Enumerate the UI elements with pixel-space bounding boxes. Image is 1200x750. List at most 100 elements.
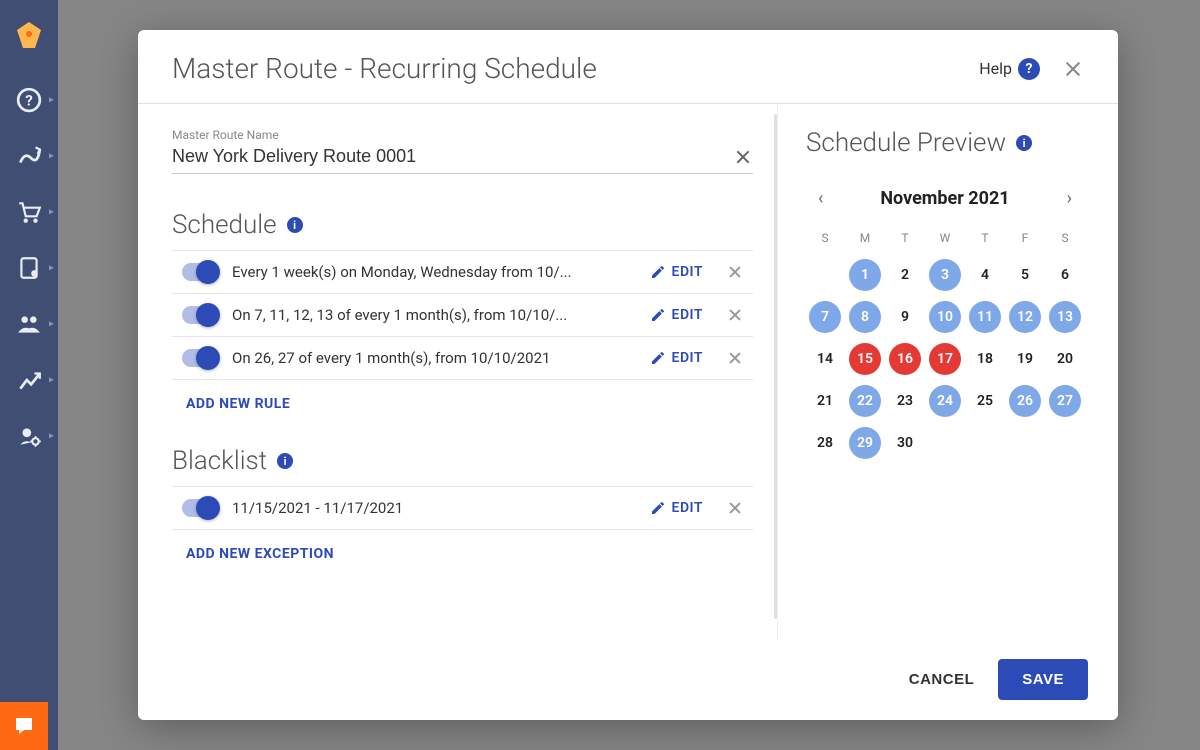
edit-button[interactable]: EDIT xyxy=(650,307,703,323)
calendar-day[interactable]: 28 xyxy=(809,427,841,459)
calendar-dow: S xyxy=(806,231,844,251)
cancel-button[interactable]: CANCEL xyxy=(909,671,975,688)
calendar-day[interactable]: 4 xyxy=(969,259,1001,291)
remove-rule-icon[interactable] xyxy=(727,500,743,516)
rule-text: 11/15/2021 - 11/17/2021 xyxy=(232,499,636,517)
rule-toggle[interactable] xyxy=(182,306,218,324)
left-panel: Master Route Name Schedule i Every 1 wee… xyxy=(138,104,778,639)
calendar-day[interactable]: 24 xyxy=(929,385,961,417)
calendar-day[interactable]: 20 xyxy=(1049,343,1081,375)
info-icon[interactable]: i xyxy=(277,453,293,469)
calendar-day[interactable]: 5 xyxy=(1009,259,1041,291)
info-icon[interactable]: i xyxy=(287,217,303,233)
calendar-day[interactable]: 23 xyxy=(889,385,921,417)
calendar-day[interactable]: 22 xyxy=(849,385,881,417)
calendar-day[interactable]: 11 xyxy=(969,301,1001,333)
sidebar-item-orders[interactable] xyxy=(0,184,58,240)
rule-row: Every 1 week(s) on Monday, Wednesday fro… xyxy=(172,251,753,294)
rule-text: Every 1 week(s) on Monday, Wednesday fro… xyxy=(232,263,636,281)
rule-toggle[interactable] xyxy=(182,499,218,517)
pencil-icon xyxy=(650,500,666,516)
blacklist-title-text: Blacklist xyxy=(172,446,267,476)
sidebar-item-analytics[interactable] xyxy=(0,352,58,408)
sidebar-item-team[interactable] xyxy=(0,296,58,352)
blacklist-section-title: Blacklist i xyxy=(172,446,753,476)
edit-label: EDIT xyxy=(672,350,703,366)
edit-label: EDIT xyxy=(672,307,703,323)
calendar-day[interactable]: 29 xyxy=(849,427,881,459)
pencil-icon xyxy=(650,307,666,323)
calendar-dow: M xyxy=(846,231,884,251)
sidebar-item-routes[interactable] xyxy=(0,128,58,184)
rule-row: On 7, 11, 12, 13 of every 1 month(s), fr… xyxy=(172,294,753,337)
calendar-day[interactable]: 15 xyxy=(849,343,881,375)
edit-label: EDIT xyxy=(672,500,703,516)
schedule-rule-list: Every 1 week(s) on Monday, Wednesday fro… xyxy=(172,250,753,380)
add-new-rule-button[interactable]: ADD NEW RULE xyxy=(186,396,290,412)
modal-title: Master Route - Recurring Schedule xyxy=(172,52,979,85)
edit-button[interactable]: EDIT xyxy=(650,264,703,280)
sidebar-item-help[interactable]: ? xyxy=(0,72,58,128)
svg-text:?: ? xyxy=(25,91,33,109)
calendar-dow: F xyxy=(1006,231,1044,251)
calendar-day[interactable]: 7 xyxy=(809,301,841,333)
calendar-day[interactable]: 18 xyxy=(969,343,1001,375)
calendar-day[interactable]: 26 xyxy=(1009,385,1041,417)
add-new-exception-button[interactable]: ADD NEW EXCEPTION xyxy=(186,546,334,562)
calendar-day[interactable]: 2 xyxy=(889,259,921,291)
modal-footer: CANCEL SAVE xyxy=(138,639,1118,720)
calendar-day[interactable]: 3 xyxy=(929,259,961,291)
recurring-schedule-modal: Master Route - Recurring Schedule Help ?… xyxy=(138,30,1118,720)
calendar-grid: SMTWTFS123456789101112131415161718192021… xyxy=(806,231,1084,461)
calendar-day[interactable]: 16 xyxy=(889,343,921,375)
help-icon[interactable]: ? xyxy=(1018,58,1040,80)
calendar-day[interactable]: 21 xyxy=(809,385,841,417)
calendar-dow: W xyxy=(926,231,964,251)
remove-rule-icon[interactable] xyxy=(727,264,743,280)
chat-button[interactable] xyxy=(0,702,48,750)
clear-name-icon[interactable] xyxy=(733,147,753,167)
rule-toggle[interactable] xyxy=(182,263,218,281)
calendar-day[interactable]: 13 xyxy=(1049,301,1081,333)
calendar-day[interactable]: 30 xyxy=(889,427,921,459)
calendar-day[interactable]: 14 xyxy=(809,343,841,375)
calendar-day[interactable]: 8 xyxy=(849,301,881,333)
info-icon[interactable]: i xyxy=(1016,135,1032,151)
rule-text: On 26, 27 of every 1 month(s), from 10/1… xyxy=(232,349,636,367)
save-button[interactable]: SAVE xyxy=(998,659,1088,700)
app-logo[interactable] xyxy=(0,0,58,72)
sidebar-item-settings[interactable] xyxy=(0,408,58,464)
prev-month-button[interactable]: ‹ xyxy=(810,184,831,213)
calendar-day[interactable]: 17 xyxy=(929,343,961,375)
calendar-day[interactable]: 25 xyxy=(969,385,1001,417)
schedule-section-title: Schedule i xyxy=(172,210,753,240)
calendar-dow: T xyxy=(886,231,924,251)
edit-label: EDIT xyxy=(672,264,703,280)
calendar-nav: ‹ November 2021 › xyxy=(806,184,1084,213)
remove-rule-icon[interactable] xyxy=(727,350,743,366)
calendar-month-label: November 2021 xyxy=(880,188,1009,209)
route-name-label: Master Route Name xyxy=(172,128,753,142)
preview-panel: Schedule Preview i ‹ November 2021 › SMT… xyxy=(778,104,1118,639)
close-icon[interactable] xyxy=(1062,58,1084,80)
next-month-button[interactable]: › xyxy=(1059,184,1080,213)
rule-row: 11/15/2021 - 11/17/2021 EDIT xyxy=(172,487,753,530)
calendar-day[interactable]: 1 xyxy=(849,259,881,291)
calendar-day[interactable]: 6 xyxy=(1049,259,1081,291)
rule-toggle[interactable] xyxy=(182,349,218,367)
remove-rule-icon[interactable] xyxy=(727,307,743,323)
blacklist-rule-list: 11/15/2021 - 11/17/2021 EDIT xyxy=(172,486,753,530)
calendar-dow: S xyxy=(1046,231,1084,251)
edit-button[interactable]: EDIT xyxy=(650,500,703,516)
calendar-day[interactable]: 10 xyxy=(929,301,961,333)
help-link[interactable]: Help xyxy=(979,59,1012,78)
schedule-preview-title: Schedule Preview i xyxy=(806,128,1084,158)
calendar-day[interactable]: 19 xyxy=(1009,343,1041,375)
edit-button[interactable]: EDIT xyxy=(650,350,703,366)
sidebar-item-addressbook[interactable] xyxy=(0,240,58,296)
calendar-day[interactable]: 9 xyxy=(889,301,921,333)
calendar-day[interactable]: 27 xyxy=(1049,385,1081,417)
route-name-input[interactable] xyxy=(172,146,733,167)
modal-header: Master Route - Recurring Schedule Help ? xyxy=(138,30,1118,104)
calendar-day[interactable]: 12 xyxy=(1009,301,1041,333)
